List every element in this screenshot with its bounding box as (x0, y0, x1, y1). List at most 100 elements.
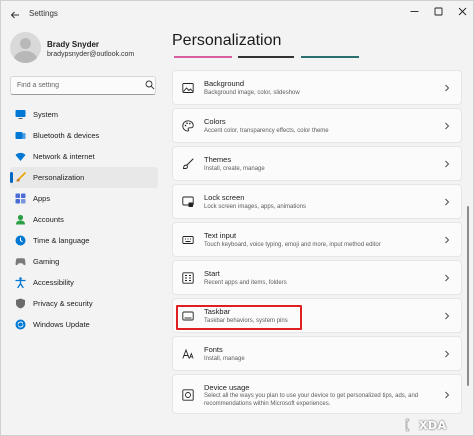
sidebar-item-label: System (33, 110, 59, 119)
brush-icon (183, 158, 194, 169)
gaming-controller-icon (15, 258, 26, 266)
paintbrush-icon (16, 172, 26, 182)
card-title: Fonts (204, 345, 223, 354)
start-grid-icon (182, 272, 194, 284)
wallpaper-preview-strip (174, 56, 232, 58)
sidebar-item-network-internet[interactable]: Network & internet (10, 146, 158, 167)
back-arrow-icon (10, 11, 19, 19)
card-title: Themes (204, 155, 232, 164)
setting-card-device-usage[interactable]: Device usage Select all the ways you pla… (172, 374, 462, 414)
image-icon (182, 83, 194, 93)
setting-card-colors[interactable]: Colors Accent color, transparency effect… (172, 108, 462, 143)
card-description: Background image, color, slideshow (204, 90, 300, 96)
close-icon (458, 7, 466, 16)
system-monitor-icon (15, 110, 26, 119)
setting-card-fonts[interactable]: Fonts Install, manage (172, 336, 462, 371)
accessibility-icon (15, 277, 26, 288)
card-description: Install, create, manage (204, 166, 265, 172)
chevron-right-icon (445, 274, 450, 282)
sidebar-item-label: Windows Update (33, 320, 90, 329)
time-language-icon (15, 235, 26, 246)
card-title: Text input (204, 231, 237, 240)
fonts-icon (182, 348, 194, 359)
wallpaper-preview-strip (301, 56, 359, 58)
card-description: Recent apps and items, folders (204, 280, 287, 286)
sidebar-item-windows-update[interactable]: Windows Update (10, 314, 158, 335)
sidebar-item-time-language[interactable]: Time & language (10, 230, 158, 251)
card-title: Device usage (204, 383, 250, 392)
user-name: Brady Snyder (47, 40, 100, 49)
chevron-right-icon (445, 391, 450, 399)
sidebar-item-label: Personalization (33, 173, 85, 182)
back-button[interactable] (7, 7, 23, 23)
sidebar-item-label: Gaming (33, 257, 60, 266)
sidebar-item-personalization[interactable]: Personalization (10, 167, 158, 188)
scrollbar[interactable] (467, 206, 469, 386)
device-usage-icon (182, 389, 194, 401)
palette-icon (182, 120, 194, 132)
watermark-text: XDA (419, 419, 447, 432)
sidebar-item-bluetooth-devices[interactable]: Bluetooth & devices (10, 125, 158, 146)
sidebar-item-label: Accounts (33, 215, 64, 224)
wifi-icon (15, 152, 26, 161)
card-title: Lock screen (204, 193, 245, 202)
maximize-icon (434, 7, 442, 16)
setting-card-background[interactable]: Background Background image, color, slid… (172, 70, 462, 105)
card-title: Colors (204, 117, 226, 126)
chevron-right-icon (445, 236, 450, 244)
sidebar-item-label: Privacy & security (33, 299, 93, 308)
shield-icon (16, 298, 25, 309)
windows-update-icon (15, 319, 26, 330)
sidebar-item-label: Apps (33, 194, 51, 203)
maximize-button[interactable] (427, 5, 449, 23)
chevron-right-icon (445, 122, 450, 130)
card-description: Install, manage (204, 356, 245, 362)
avatar-head (20, 38, 31, 49)
window-title: Settings (29, 9, 58, 18)
sidebar-item-apps[interactable]: Apps (10, 188, 158, 209)
accounts-icon (16, 214, 25, 225)
sidebar-nav: System Bluetooth & devices Network & int… (10, 104, 158, 335)
search-box[interactable] (10, 76, 156, 95)
setting-card-text-input[interactable]: Text input Touch keyboard, voice typing,… (172, 222, 462, 257)
sidebar-item-label: Accessibility (33, 278, 74, 287)
minimize-button[interactable] (403, 5, 425, 23)
sidebar-item-label: Time & language (33, 236, 90, 245)
lock-screen-icon (182, 196, 194, 207)
keyboard-icon (182, 236, 194, 244)
sidebar-item-accessibility[interactable]: Accessibility (10, 272, 158, 293)
sidebar-item-privacy-security[interactable]: Privacy & security (10, 293, 158, 314)
card-title: Start (204, 269, 220, 278)
taskbar-highlight-box (176, 305, 302, 330)
user-email: bradypsnyder@outlook.com (47, 51, 135, 58)
setting-card-start[interactable]: Start Recent apps and items, folders (172, 260, 462, 295)
close-button[interactable] (451, 5, 473, 23)
avatar[interactable] (10, 32, 41, 63)
avatar-body (14, 51, 37, 63)
minimize-icon (410, 11, 418, 12)
card-description: Accent color, transparency effects, colo… (204, 128, 329, 134)
chevron-right-icon (445, 312, 450, 320)
card-description: Touch keyboard, voice typing, emoji and … (204, 242, 381, 248)
card-description: Lock screen images, apps, animations (204, 204, 307, 210)
setting-card-lock-screen[interactable]: Lock screen Lock screen images, apps, an… (172, 184, 462, 219)
page-title: Personalization (172, 32, 282, 49)
sidebar-item-accounts[interactable]: Accounts (10, 209, 158, 230)
search-icon[interactable] (145, 80, 155, 90)
xda-watermark: XDA (405, 417, 471, 433)
sidebar-item-gaming[interactable]: Gaming (10, 251, 158, 272)
card-description-line-1: Select all the ways you plan to use your… (204, 393, 419, 399)
sidebar-item-label: Bluetooth & devices (33, 131, 100, 140)
card-description-line-2: recommendations within Microsoft experie… (204, 401, 331, 407)
search-input[interactable] (17, 79, 137, 92)
setting-card-themes[interactable]: Themes Install, create, manage (172, 146, 462, 181)
bluetooth-icon (15, 132, 26, 139)
chevron-right-icon (445, 84, 450, 92)
sidebar-item-system[interactable]: System (10, 104, 158, 125)
sidebar-item-label: Network & internet (33, 152, 95, 161)
chevron-right-icon (445, 160, 450, 168)
xda-logo-icon (405, 418, 410, 432)
apps-icon (15, 193, 26, 204)
title-bar: Settings (1, 1, 473, 29)
wallpaper-preview-strip (238, 56, 294, 58)
